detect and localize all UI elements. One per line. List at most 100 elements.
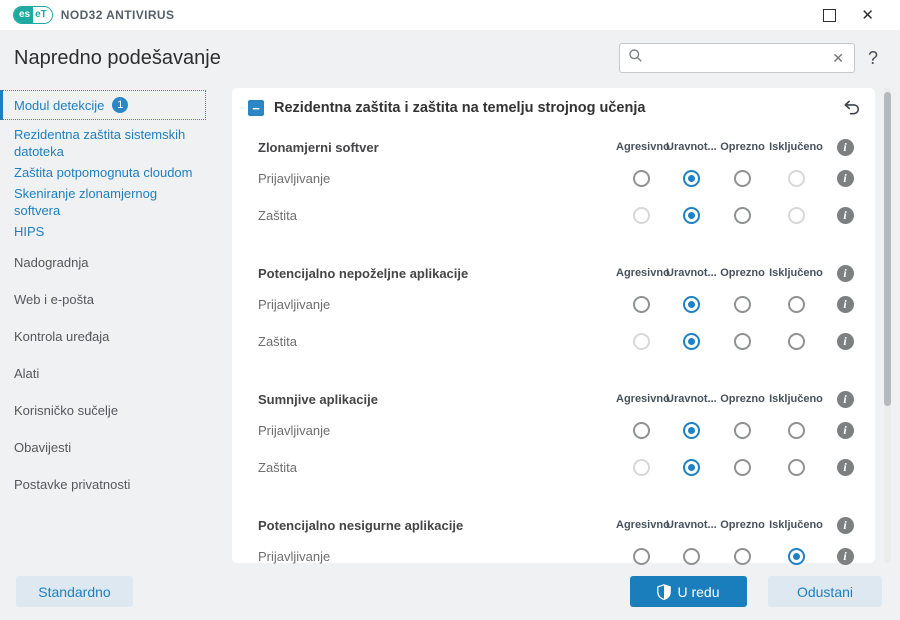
radio-normal[interactable] <box>734 207 751 224</box>
radio-normal[interactable] <box>734 296 751 313</box>
sidebar-item-postavke-privatnosti[interactable]: Postavke privatnosti <box>0 466 232 503</box>
radio-normal[interactable] <box>682 548 700 565</box>
radio-selected[interactable] <box>682 422 700 439</box>
titlebar: es eT NOD32 ANTIVIRUS ✕ <box>0 0 900 30</box>
shield-icon <box>657 583 672 600</box>
sidebar-item-alati[interactable]: Alati <box>0 355 232 392</box>
column-header: Uravnot... <box>666 267 717 279</box>
radio-disabled[interactable] <box>632 333 650 350</box>
radio-cell <box>666 207 716 224</box>
sidebar-item-label: Nadogradnja <box>14 255 89 270</box>
maximize-icon[interactable] <box>823 8 837 22</box>
option-row: Prijavljivanje i <box>248 286 867 323</box>
radio-disabled[interactable] <box>632 207 650 224</box>
radio-normal[interactable] <box>632 422 650 439</box>
info-icon[interactable]: i <box>836 264 854 282</box>
info-icon[interactable]: i <box>836 390 854 408</box>
radio-normal[interactable] <box>632 548 650 565</box>
sidebar-item-hips[interactable]: HIPS <box>0 223 232 240</box>
radio-cell <box>716 333 769 350</box>
info-icon[interactable]: i <box>836 170 854 187</box>
standard-button[interactable]: Standardno <box>16 576 133 607</box>
option-label: Zaštita <box>258 460 298 475</box>
info-icon[interactable]: i <box>836 516 854 534</box>
badge: 1 <box>112 97 129 113</box>
radio-normal[interactable] <box>787 296 805 313</box>
settings-section: Zlonamjerni softver Agresivno Uravnot... Op… <box>248 134 867 234</box>
scrollbar-track[interactable] <box>884 88 891 563</box>
radio-normal[interactable] <box>734 170 751 187</box>
radio-normal[interactable] <box>632 170 650 187</box>
radio-normal[interactable] <box>787 333 805 350</box>
radio-selected[interactable] <box>682 296 700 313</box>
sidebar-item-korisnicko-sucelje[interactable]: Korisničko sučelje <box>0 392 232 429</box>
info-icon[interactable]: i <box>836 296 854 313</box>
settings-section: Sumnjive aplikacije Agresivno Uravnot... Op… <box>248 386 867 486</box>
radio-selected[interactable] <box>682 459 700 476</box>
radio-cell <box>769 548 823 565</box>
collapse-icon[interactable]: − <box>248 100 264 116</box>
option-label: Zaštita <box>258 334 298 349</box>
cancel-button[interactable]: Odustani <box>768 576 882 607</box>
ok-button[interactable]: U redu <box>630 576 747 607</box>
sidebar-item-web-i-e-posta[interactable]: Web i e-pošta <box>0 281 232 318</box>
info-icon[interactable]: i <box>836 333 854 350</box>
radio-disabled[interactable] <box>787 170 805 187</box>
clear-search-icon[interactable]: ✕ <box>830 50 846 67</box>
search-box[interactable]: ✕ <box>618 43 855 73</box>
scrollbar-thumb[interactable] <box>884 92 891 406</box>
radio-cell <box>666 422 716 439</box>
radio-cell <box>666 170 716 187</box>
page-title: Napredno podešavanje <box>14 47 221 69</box>
radio-selected[interactable] <box>682 170 700 187</box>
radio-disabled[interactable] <box>632 459 650 476</box>
sidebar-item-obavijesti[interactable]: Obavijesti <box>0 429 232 466</box>
radio-normal[interactable] <box>734 548 751 565</box>
help-icon[interactable]: ? <box>868 48 878 69</box>
info-icon[interactable]: i <box>836 207 854 224</box>
sidebar-item-kontrola-uredaja[interactable]: Kontrola uređaja <box>0 318 232 355</box>
eset-logo-icon: es eT <box>13 6 53 24</box>
radio-cell <box>716 207 769 224</box>
radio-normal[interactable] <box>787 422 805 439</box>
radio-normal[interactable] <box>787 459 805 476</box>
radio-cell <box>716 296 769 313</box>
radio-cell <box>769 170 823 187</box>
sidebar-item-skeniranje-softvera[interactable]: Skeniranje zlonamjernog softvera <box>0 185 232 219</box>
sidebar-item-rezidentna-zastita[interactable]: Rezidentna zaštita sistemskih datoteka <box>0 126 232 160</box>
search-input[interactable] <box>642 49 831 67</box>
info-icon[interactable]: i <box>836 548 854 565</box>
radio-normal[interactable] <box>734 459 751 476</box>
radio-selected[interactable] <box>787 548 805 565</box>
radio-selected[interactable] <box>682 207 700 224</box>
sidebar-item-modul-detekcije[interactable]: Modul detekcije 1 <box>0 90 206 120</box>
sidebar-item-zastita-cloudom[interactable]: Zaštita potpomognuta cloudom <box>0 164 232 181</box>
undo-icon[interactable] <box>842 99 861 118</box>
column-header: Agresivno <box>616 519 670 531</box>
radio-disabled[interactable] <box>787 207 805 224</box>
radio-normal[interactable] <box>734 333 751 350</box>
header: Napredno podešavanje ✕ ? <box>0 30 900 87</box>
radio-normal[interactable] <box>632 296 650 313</box>
info-icon[interactable]: i <box>836 459 854 476</box>
radio-selected[interactable] <box>682 333 700 350</box>
radio-cell <box>616 422 666 439</box>
sidebar-item-label: Skeniranje zlonamjernog softvera <box>14 186 158 218</box>
close-icon[interactable]: ✕ <box>861 8 874 23</box>
info-icon[interactable]: i <box>836 422 854 439</box>
settings-section: Potencijalno nepoželjne aplikacije Agresi… <box>248 260 867 360</box>
radio-normal[interactable] <box>734 422 751 439</box>
info-cell: i <box>823 422 867 439</box>
section-header-row: Zlonamjerni softver Agresivno Uravnot... Op… <box>248 134 867 160</box>
sidebar-item-nadogradnja[interactable]: Nadogradnja <box>0 244 232 281</box>
option-row: Zaštita i <box>248 323 867 360</box>
radio-cell <box>716 170 769 187</box>
radio-cell <box>769 296 823 313</box>
sidebar-item-label: Postavke privatnosti <box>14 477 131 492</box>
option-row: Zaštita i <box>248 449 867 486</box>
sidebar-item-label: Zaštita potpomognuta cloudom <box>14 165 193 180</box>
content-header: − Rezidentna zaštita i zaštita na temelj… <box>248 90 867 126</box>
radio-cell <box>666 296 716 313</box>
info-icon[interactable]: i <box>836 138 854 156</box>
column-header: Uravnot... <box>666 393 717 405</box>
